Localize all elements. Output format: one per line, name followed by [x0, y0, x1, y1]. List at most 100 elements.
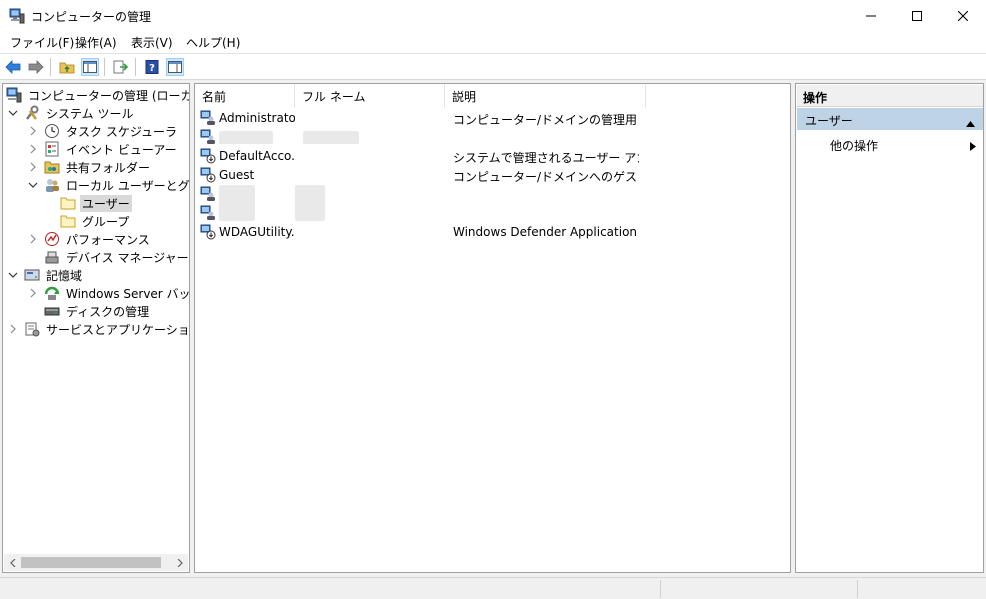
- export-list-icon[interactable]: [112, 58, 130, 76]
- tree-item-local-users-groups[interactable]: ローカル ユーザーとグループ: [28, 176, 190, 194]
- menu-view[interactable]: 表示(V): [131, 34, 173, 51]
- user-name: Guest: [219, 168, 255, 182]
- tree-item-computer-management[interactable]: コンピューターの管理 (ローカル): [6, 86, 189, 104]
- scroll-right-icon[interactable]: [171, 554, 188, 571]
- user-description: コンピューター/ドメインへのゲスト アクセ...: [453, 170, 639, 184]
- user-icon: [200, 205, 215, 220]
- collapse-up-icon[interactable]: [966, 116, 975, 130]
- menu-help[interactable]: ヘルプ(H): [186, 34, 240, 51]
- tree-label: ローカル ユーザーとグループ: [66, 178, 190, 193]
- scroll-left-icon[interactable]: [4, 554, 21, 571]
- tree-item-device-manager[interactable]: デバイス マネージャー: [44, 248, 189, 266]
- computer-management-icon: [9, 8, 25, 24]
- tree-item-shared-folders[interactable]: 共有フォルダー: [28, 158, 152, 176]
- up-folder-icon[interactable]: [58, 58, 76, 76]
- tree-item-event-viewer[interactable]: イベント ビューアー: [28, 140, 179, 158]
- list-item[interactable]: WDAGUtility... Windows Defender Applicat…: [199, 223, 789, 242]
- shared-folder-icon: [44, 159, 60, 175]
- submenu-arrow-icon[interactable]: [970, 140, 976, 154]
- actions-section-users[interactable]: ユーザー: [797, 108, 983, 130]
- tree-item-groups[interactable]: グループ: [60, 212, 131, 230]
- status-divider: [857, 580, 858, 598]
- list-item[interactable]: Guest コンピューター/ドメインへのゲスト アクセ...: [199, 166, 789, 185]
- horizontal-scrollbar[interactable]: [4, 554, 188, 571]
- scrollbar-thumb[interactable]: [21, 557, 161, 568]
- window-title: コンピューターの管理: [31, 10, 152, 24]
- tree-item-storage[interactable]: 記憶域: [8, 266, 84, 284]
- chevron-down-icon[interactable]: [8, 270, 18, 280]
- list-item[interactable]: [199, 128, 789, 147]
- chevron-right-icon[interactable]: [8, 324, 18, 334]
- back-icon[interactable]: [4, 58, 22, 76]
- svg-text:?: ?: [149, 63, 155, 74]
- chevron-down-icon[interactable]: [28, 180, 38, 190]
- users-groups-icon: [44, 177, 60, 193]
- toolbar: ?: [0, 53, 986, 80]
- tree-label: サービスとアプリケーション: [46, 322, 190, 337]
- list-item[interactable]: [199, 185, 789, 221]
- event-viewer-icon: [44, 141, 60, 157]
- device-manager-icon: [44, 249, 60, 265]
- actions-header: 操作: [797, 85, 983, 107]
- status-bar: [0, 577, 986, 599]
- close-button[interactable]: [940, 0, 986, 31]
- chevron-right-icon[interactable]: [28, 288, 38, 298]
- navigation-tree: コンピューターの管理 (ローカル) システム ツール タスク スケジューラ イベ…: [2, 83, 190, 573]
- minimize-button[interactable]: [848, 0, 894, 31]
- tree-item-windows-server-backup[interactable]: Windows Server バックア: [28, 284, 190, 302]
- services-icon: [24, 321, 40, 337]
- folder-icon: [60, 213, 76, 229]
- tree-label: ユーザー: [80, 194, 132, 212]
- column-header-description[interactable]: 説明: [445, 84, 646, 108]
- show-hide-tree-icon[interactable]: [81, 58, 99, 76]
- folder-icon: [60, 195, 76, 211]
- toolbar-separator: [104, 58, 105, 76]
- menu-file[interactable]: ファイル(F): [10, 34, 74, 51]
- help-icon[interactable]: ?: [143, 58, 161, 76]
- disabled-user-icon: [200, 224, 216, 240]
- tree-item-users[interactable]: ユーザー: [60, 194, 132, 212]
- forward-icon[interactable]: [27, 58, 45, 76]
- disk-icon: [44, 303, 60, 319]
- user-icon: [200, 186, 215, 201]
- maximize-button[interactable]: [894, 0, 940, 31]
- list-item[interactable]: DefaultAcco... システムで管理されるユーザー アカウン...: [199, 147, 789, 166]
- user-description: Windows Defender Application G...: [453, 225, 639, 239]
- list-item[interactable]: Administrator コンピューター/ドメインの管理用 (ビルト...: [199, 109, 789, 128]
- chevron-right-icon[interactable]: [28, 162, 38, 172]
- user-icon: [200, 110, 215, 125]
- clock-icon: [44, 123, 60, 139]
- column-header-full-name[interactable]: フル ネーム: [295, 84, 445, 108]
- redacted-full-name: [303, 131, 359, 144]
- menu-action[interactable]: 操作(A): [75, 34, 117, 51]
- disabled-user-icon: [200, 148, 216, 164]
- tree-item-disk-management[interactable]: ディスクの管理: [44, 302, 151, 320]
- chevron-right-icon[interactable]: [28, 144, 38, 154]
- actions-pane: 操作 ユーザー 他の操作: [795, 83, 984, 573]
- user-name: WDAGUtility...: [219, 225, 295, 239]
- storage-icon: [24, 267, 40, 283]
- toolbar-separator: [50, 58, 51, 76]
- tree-item-services-apps[interactable]: サービスとアプリケーション: [8, 320, 190, 338]
- list-item[interactable]: [199, 204, 789, 223]
- performance-icon: [44, 231, 60, 247]
- column-header-name[interactable]: 名前: [195, 84, 295, 108]
- user-name: DefaultAcco...: [219, 149, 295, 163]
- chevron-right-icon[interactable]: [28, 234, 38, 244]
- show-hide-action-pane-icon[interactable]: [166, 58, 184, 76]
- tree-item-task-scheduler[interactable]: タスク スケジューラ: [28, 122, 179, 140]
- tree-label: コンピューターの管理 (ローカル): [28, 88, 189, 103]
- redacted-name: [219, 131, 273, 144]
- tools-icon: [24, 105, 40, 121]
- disabled-user-icon: [200, 167, 216, 183]
- status-divider: [660, 580, 661, 598]
- chevron-down-icon[interactable]: [8, 108, 18, 118]
- user-description: コンピューター/ドメインの管理用 (ビルト...: [453, 113, 639, 127]
- tree-label: Windows Server バックア: [66, 286, 190, 301]
- more-actions-item[interactable]: 他の操作: [830, 137, 878, 154]
- user-description: システムで管理されるユーザー アカウン...: [453, 151, 639, 165]
- tree-item-system-tools[interactable]: システム ツール: [8, 104, 135, 122]
- tree-label: 記憶域: [46, 268, 83, 283]
- tree-item-performance[interactable]: パフォーマンス: [28, 230, 152, 248]
- chevron-right-icon[interactable]: [28, 126, 38, 136]
